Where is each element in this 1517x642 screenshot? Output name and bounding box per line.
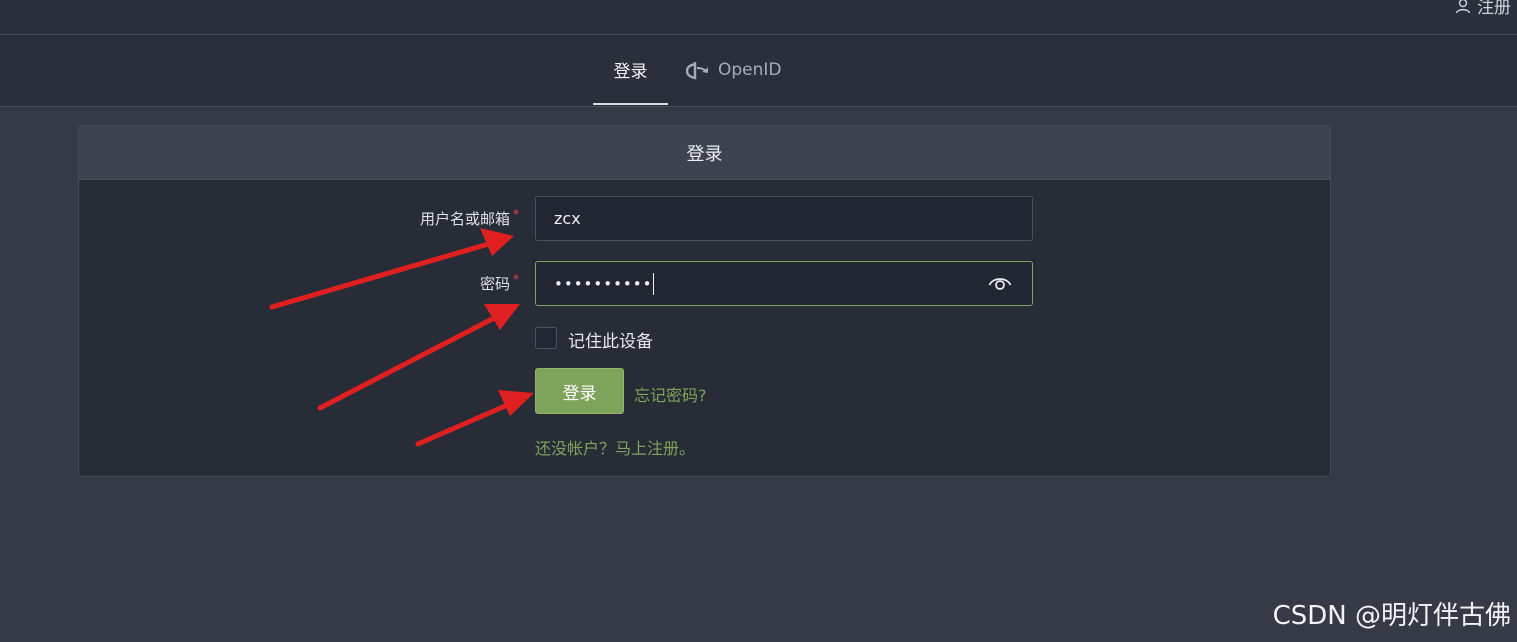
login-card: 登录 用户名或邮箱 * zcx 密码 * •••••••••• 记住此设备 登录 忘… — [78, 125, 1331, 477]
card-header: 登录 — [79, 126, 1330, 180]
required-mark: * — [513, 207, 519, 221]
username-value: zcx — [554, 209, 581, 228]
password-label-text: 密码 — [479, 275, 510, 293]
card-title: 登录 — [686, 143, 723, 165]
login-button[interactable]: 登录 — [535, 368, 624, 414]
openid-icon — [686, 62, 708, 80]
register-link[interactable]: 还没帐户？马上注册。 — [535, 435, 695, 459]
password-input[interactable]: •••••••••• — [535, 261, 1033, 306]
register-nav-link[interactable]: 注册 — [1455, 0, 1511, 18]
show-password-toggle[interactable] — [988, 274, 1012, 296]
password-value: •••••••••• — [554, 274, 653, 293]
text-caret — [653, 272, 655, 295]
login-tabs: 登录 OpenID — [0, 35, 1517, 107]
password-label: 密码 * — [329, 272, 519, 294]
forgot-password-link[interactable]: 忘记密码? — [634, 382, 707, 406]
user-icon — [1455, 0, 1471, 13]
login-button-label: 登录 — [562, 383, 597, 404]
top-bar: 注册 — [0, 0, 1517, 35]
remember-checkbox[interactable] — [535, 327, 557, 349]
tab-openid[interactable]: OpenID — [686, 35, 782, 105]
csdn-watermark: CSDN @明灯伴古佛 — [1272, 601, 1511, 631]
remember-label[interactable]: 记住此设备 — [568, 327, 653, 352]
tab-login[interactable]: 登录 — [593, 35, 668, 105]
username-label: 用户名或邮箱 * — [329, 207, 519, 229]
required-mark: * — [513, 272, 519, 286]
tab-login-label: 登录 — [613, 61, 648, 82]
username-input[interactable]: zcx — [535, 196, 1033, 241]
username-label-text: 用户名或邮箱 — [419, 210, 510, 228]
eye-icon — [988, 278, 1012, 290]
register-nav-label: 注册 — [1477, 0, 1511, 18]
tab-openid-label: OpenID — [718, 60, 782, 80]
